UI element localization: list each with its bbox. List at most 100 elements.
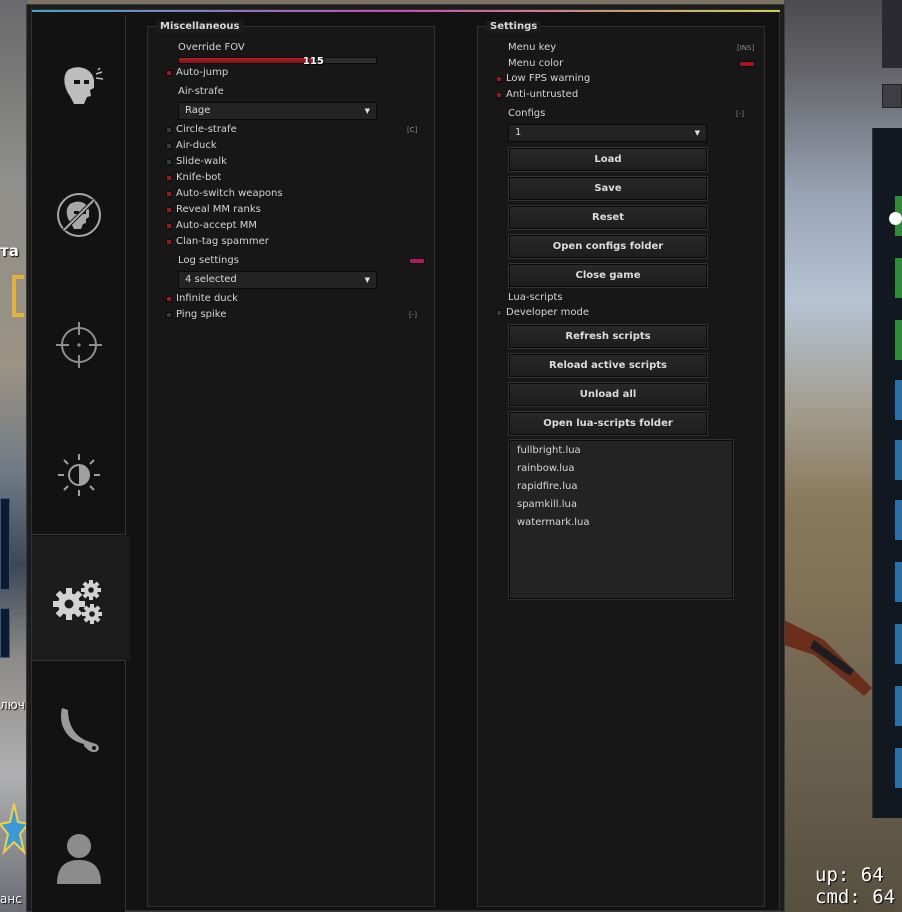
infinite-duck-row[interactable]: Infinite duck [166, 292, 406, 306]
cheat-menu-window: Miscellaneous Override FOV 115 Auto-jump… [26, 4, 785, 912]
background-tile [895, 440, 902, 480]
background-left-strip [0, 0, 28, 912]
crosshair-icon [56, 322, 102, 368]
slide-walk-checkbox[interactable] [166, 159, 172, 165]
log-settings-dropdown[interactable]: 4 selected ▼ [178, 271, 377, 289]
tab-skins[interactable] [32, 677, 126, 781]
ping-spike-keybind[interactable]: [-] [409, 308, 417, 322]
circle-strafe-checkbox[interactable] [166, 127, 172, 133]
background-tile [895, 500, 902, 540]
ping-spike-label: Ping spike [176, 309, 227, 320]
reset-button[interactable]: Reset [508, 205, 708, 230]
tab-visuals[interactable] [32, 423, 126, 527]
knife-bot-checkbox[interactable] [166, 175, 172, 181]
air-strafe-dropdown-value: Rage [185, 105, 211, 116]
knife-bot-label: Knife-bot [176, 172, 222, 183]
menu-color-swatch[interactable] [739, 61, 755, 67]
dropdown-arrow-icon: ▼ [364, 107, 370, 115]
save-button[interactable]: Save [508, 176, 708, 201]
console-line: cmd: 64 [815, 886, 896, 908]
ping-spike-row[interactable]: Ping spike [-] [166, 308, 422, 322]
air-duck-row[interactable]: Air-duck [166, 139, 406, 153]
close-game-button[interactable]: Close game [508, 263, 708, 288]
auto-switch-weapons-row[interactable]: Auto-switch weapons [166, 187, 406, 201]
reveal-mm-ranks-row[interactable]: Reveal MM ranks [166, 203, 406, 217]
tab-misc[interactable] [32, 549, 126, 653]
background-tile [895, 258, 902, 298]
menu-key-keybind[interactable]: [INS] [737, 41, 754, 55]
low-fps-warning-checkbox[interactable] [496, 76, 502, 82]
refresh-scripts-button[interactable]: Refresh scripts [508, 324, 708, 349]
low-fps-warning-label: Low FPS warning [506, 73, 591, 84]
auto-jump-row[interactable]: Auto-jump [166, 66, 406, 80]
auto-jump-checkbox[interactable] [166, 70, 172, 76]
configs-dropdown-value: 1 [515, 127, 522, 138]
knife-bot-row[interactable]: Knife-bot [166, 171, 406, 185]
infinite-duck-label: Infinite duck [176, 293, 238, 304]
console-output: up: 64 cmd: 64 [815, 864, 895, 908]
dropdown-arrow-icon: ▼ [364, 276, 370, 284]
circle-strafe-label: Circle-strafe [176, 124, 237, 135]
tab-rage[interactable] [32, 33, 126, 137]
developer-mode-row[interactable]: Developer mode [496, 306, 736, 320]
console-line: up: 64 [815, 864, 884, 886]
background-tile [895, 624, 902, 664]
play-icon [889, 212, 902, 225]
auto-jump-label: Auto-jump [176, 67, 229, 78]
reveal-mm-ranks-checkbox[interactable] [166, 207, 172, 213]
air-strafe-dropdown[interactable]: Rage ▼ [178, 102, 377, 120]
auto-switch-weapons-checkbox[interactable] [166, 191, 172, 197]
slide-walk-label: Slide-walk [176, 156, 227, 167]
unload-all-button[interactable]: Unload all [508, 382, 708, 407]
load-button[interactable]: Load [508, 147, 708, 172]
air-strafe-label: Air-strafe [178, 86, 224, 97]
menu-key-label: Menu key [508, 42, 557, 53]
developer-mode-label: Developer mode [506, 307, 589, 318]
reload-active-scripts-button[interactable]: Reload active scripts [508, 353, 708, 378]
infinite-duck-checkbox[interactable] [166, 296, 172, 302]
auto-accept-mm-row[interactable]: Auto-accept MM [166, 219, 406, 233]
circle-strafe-row[interactable]: Circle-strafe [C] [166, 123, 422, 137]
masked-head-icon [64, 67, 104, 104]
rank-star-icon [0, 803, 28, 856]
list-item[interactable]: watermark.lua [517, 516, 590, 530]
menu-accent-bar [32, 10, 780, 12]
dropdown-arrow-icon: ▼ [694, 129, 700, 137]
background-text: анс [0, 892, 22, 906]
list-item[interactable]: spamkill.lua [517, 498, 577, 512]
background-tile [895, 748, 902, 788]
auto-accept-mm-checkbox[interactable] [166, 223, 172, 229]
list-item[interactable]: rainbow.lua [517, 462, 575, 476]
auto-accept-mm-label: Auto-accept MM [176, 220, 257, 231]
open-configs-folder-button[interactable]: Open configs folder [508, 234, 708, 259]
background-button [882, 84, 902, 108]
menu-key-row: Menu key [INS] [508, 41, 760, 55]
anti-untrusted-row[interactable]: Anti-untrusted [496, 88, 736, 102]
lua-scripts-list[interactable]: fullbright.lua rainbow.lua rapidfire.lua… [508, 439, 734, 600]
low-fps-warning-row[interactable]: Low FPS warning [496, 72, 736, 86]
tab-anti-aim[interactable] [32, 163, 126, 267]
tab-players[interactable] [32, 805, 126, 909]
background-tile [895, 686, 902, 726]
circle-strafe-keybind[interactable]: [C] [407, 123, 417, 137]
clan-tag-spammer-checkbox[interactable] [166, 239, 172, 245]
developer-mode-checkbox[interactable] [496, 310, 502, 316]
configs-dropdown[interactable]: 1 ▼ [508, 124, 707, 142]
log-settings-label: Log settings [178, 255, 239, 266]
log-settings-color-swatch[interactable] [409, 258, 425, 264]
list-item[interactable]: fullbright.lua [517, 444, 581, 458]
background-text: та [0, 242, 19, 260]
slide-walk-row[interactable]: Slide-walk [166, 155, 406, 169]
tab-legit[interactable] [32, 293, 126, 397]
override-fov-label: Override FOV [178, 42, 245, 53]
anti-untrusted-checkbox[interactable] [496, 92, 502, 98]
list-item[interactable]: rapidfire.lua [517, 480, 577, 494]
brightness-icon [58, 454, 100, 496]
air-duck-checkbox[interactable] [166, 143, 172, 149]
clan-tag-spammer-row[interactable]: Clan-tag spammer [166, 235, 406, 249]
ping-spike-checkbox[interactable] [166, 312, 172, 318]
override-fov-slider[interactable]: 115 [178, 56, 377, 67]
configs-keybind[interactable]: [-] [736, 107, 744, 121]
open-lua-scripts-folder-button[interactable]: Open lua-scripts folder [508, 411, 708, 436]
settings-groupbox-title: Settings [486, 21, 542, 33]
